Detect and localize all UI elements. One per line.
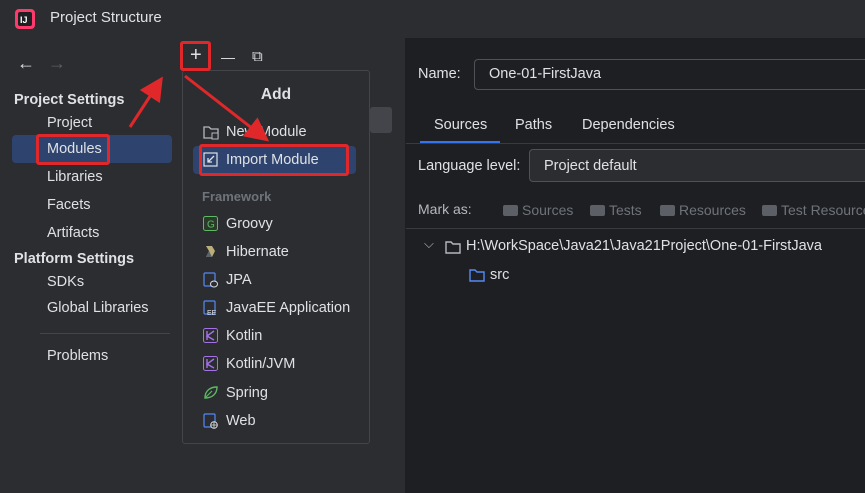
sidebar-item-problems[interactable]: Problems [47, 348, 108, 364]
jpa-icon [203, 272, 218, 288]
chevron-down-icon[interactable]: ⌵ [424, 236, 434, 252]
test-resources-folder-icon [762, 205, 777, 216]
sidebar-item-global-libraries[interactable]: Global Libraries [47, 300, 149, 316]
intellij-logo-icon: IJ [14, 8, 36, 30]
active-tab-indicator [420, 141, 500, 143]
content-root-path[interactable]: H:\WorkSpace\Java21\Java21Project\One-01… [466, 238, 822, 254]
resources-folder-icon [660, 205, 675, 216]
popup-item-jpa[interactable]: JPA [226, 272, 252, 288]
tab-sources[interactable]: Sources [434, 117, 487, 133]
mark-as-sources-label: Sources [522, 202, 574, 218]
annotation-box-import-module [199, 144, 349, 176]
sidebar-item-facets[interactable]: Facets [47, 197, 91, 213]
popup-item-kotlin[interactable]: Kotlin [226, 328, 262, 344]
mark-as-resources-button[interactable]: Resources [660, 202, 746, 218]
spring-leaf-icon [203, 385, 218, 400]
popup-item-spring[interactable]: Spring [226, 385, 268, 401]
kotlin-jvm-icon [203, 356, 218, 371]
javaee-icon: EE [203, 300, 218, 317]
sidebar-item-project[interactable]: Project [47, 115, 92, 131]
tests-folder-icon [590, 205, 605, 216]
tree-item-src[interactable]: src [490, 267, 509, 283]
mark-as-tests-button[interactable]: Tests [590, 202, 642, 218]
framework-heading: Framework [202, 189, 272, 204]
sidebar-item-libraries[interactable]: Libraries [47, 169, 103, 185]
mark-as-sources-button[interactable]: Sources [503, 202, 573, 218]
popup-item-hibernate[interactable]: Hibernate [226, 244, 289, 260]
svg-text:EE: EE [207, 310, 217, 316]
sidebar-item-sdks[interactable]: SDKs [47, 274, 84, 290]
mark-as-test-resources-label: Test Resources [781, 202, 865, 218]
tab-dependencies[interactable]: Dependencies [582, 117, 675, 133]
name-label: Name: [418, 66, 461, 82]
remove-icon[interactable]: — [221, 49, 235, 65]
web-icon [203, 413, 218, 429]
tab-paths[interactable]: Paths [515, 117, 552, 133]
hibernate-icon [203, 244, 218, 259]
popup-item-web[interactable]: Web [226, 413, 256, 429]
popup-title: Add [260, 86, 292, 103]
logo-text: IJ [20, 15, 28, 25]
popup-item-javaee-application[interactable]: JavaEE Application [226, 300, 350, 316]
sources-folder-icon [503, 205, 518, 216]
popup-item-kotlin-jvm[interactable]: Kotlin/JVM [226, 356, 295, 372]
sidebar-item-artifacts[interactable]: Artifacts [47, 225, 99, 241]
window-title: Project Structure [50, 9, 162, 26]
module-name-value: One-01-FirstJava [489, 66, 602, 82]
tabs-separator [406, 143, 865, 144]
annotation-box-modules [36, 134, 110, 165]
popup-item-new-module[interactable]: New Module [226, 124, 307, 140]
popup-item-groovy[interactable]: Groovy [226, 216, 273, 232]
mark-as-separator [406, 228, 865, 229]
mark-as-label: Mark as: [418, 201, 472, 217]
module-list-selected-row[interactable] [370, 107, 392, 133]
forward-arrow-icon[interactable]: → [48, 53, 66, 74]
svg-text:G: G [207, 220, 215, 231]
sidebar-divider [40, 333, 170, 334]
language-level-value: Project default [544, 158, 637, 174]
copy-icon[interactable]: ⧉ [252, 48, 263, 65]
new-module-icon [203, 125, 219, 140]
annotation-box-add-button [180, 41, 211, 71]
back-arrow-icon[interactable]: ← [17, 53, 35, 74]
mark-as-test-resources-button[interactable]: Test Resources [762, 202, 865, 218]
language-level-label: Language level: [418, 158, 521, 174]
module-details-panel [406, 38, 865, 493]
mark-as-tests-label: Tests [609, 202, 642, 218]
project-settings-heading: Project Settings [14, 92, 125, 108]
groovy-icon: G [203, 216, 218, 231]
platform-settings-heading: Platform Settings [14, 251, 135, 267]
source-folder-icon [469, 268, 485, 285]
kotlin-icon [203, 328, 218, 343]
folder-icon [445, 240, 461, 257]
mark-as-resources-label: Resources [679, 202, 746, 218]
